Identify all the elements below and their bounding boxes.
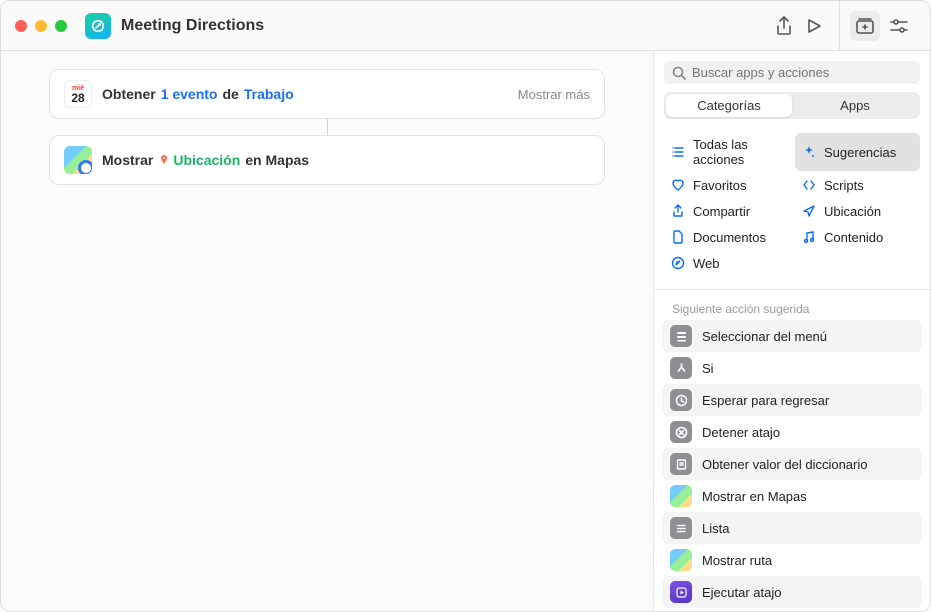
suggestions-header: Siguiente acción sugerida	[654, 296, 930, 320]
category-all-actions[interactable]: Todas las acciones	[664, 133, 789, 171]
category-documents[interactable]: Documentos	[664, 225, 789, 249]
suggestion-item[interactable]: Esperar para regresar	[662, 384, 922, 416]
suggestion-icon	[670, 357, 692, 379]
suggestion-item[interactable]: Si	[662, 352, 922, 384]
category-scripts[interactable]: Scripts	[795, 173, 920, 197]
calendar-icon: mié 28	[64, 80, 92, 108]
category-label: Ubicación	[824, 204, 881, 219]
shortcut-app-icon	[85, 13, 111, 39]
suggestion-icon	[670, 389, 692, 411]
suggestion-icon	[670, 421, 692, 443]
category-label: Sugerencias	[824, 145, 896, 160]
category-favorites[interactable]: Favoritos	[664, 173, 789, 197]
suggestion-label: Mostrar en Mapas	[702, 489, 807, 504]
search-field[interactable]	[664, 61, 920, 84]
close-window-button[interactable]	[15, 20, 27, 32]
divider	[654, 289, 930, 290]
action-text: Obtener 1 evento de Trabajo	[102, 86, 508, 102]
suggestion-label: Mostrar ruta	[702, 553, 772, 568]
action-verb: Obtener	[102, 86, 156, 102]
suggestion-label: Ejecutar atajo	[702, 585, 782, 600]
location-variable-token[interactable]: Ubicación	[158, 152, 240, 168]
suggestion-label: Obtener valor del diccionario	[702, 457, 867, 472]
location-icon	[801, 203, 817, 219]
suggestion-icon	[670, 485, 692, 507]
maps-icon	[64, 146, 92, 174]
search-icon	[672, 66, 686, 80]
content-area: mié 28 Obtener 1 evento de Trabajo Mostr…	[1, 51, 930, 611]
suggestion-item[interactable]: Mostrar en Mapas	[662, 480, 922, 512]
category-label: Compartir	[693, 204, 750, 219]
category-label: Web	[693, 256, 720, 271]
script-icon	[801, 177, 817, 193]
category-label: Favoritos	[693, 178, 746, 193]
category-label: Documentos	[693, 230, 766, 245]
heart-icon	[670, 177, 686, 193]
suggestion-item[interactable]: Obtener valor del diccionario	[662, 448, 922, 480]
category-label: Scripts	[824, 178, 864, 193]
category-share[interactable]: Compartir	[664, 199, 789, 223]
suggestion-label: Si	[702, 361, 714, 376]
sparkle-icon	[801, 144, 817, 160]
suggestion-icon	[670, 581, 692, 603]
safari-icon	[670, 255, 686, 271]
action-connector	[327, 119, 328, 135]
app-window: Meeting Directions mié 28	[0, 0, 931, 612]
run-button[interactable]	[799, 11, 829, 41]
suggestion-icon	[670, 517, 692, 539]
suggestion-item[interactable]: Ejecutar atajo	[662, 576, 922, 608]
category-label: Contenido	[824, 230, 883, 245]
tab-apps[interactable]: Apps	[792, 94, 918, 117]
share-button[interactable]	[769, 11, 799, 41]
suggestion-item[interactable]: Lista	[662, 512, 922, 544]
suggestion-icon	[670, 325, 692, 347]
category-suggestions[interactable]: Sugerencias	[795, 133, 920, 171]
suggestion-icon	[670, 549, 692, 571]
action-suffix: en Mapas	[245, 152, 309, 168]
document-icon	[670, 229, 686, 245]
event-count-token[interactable]: 1 evento	[161, 86, 218, 102]
pin-icon	[158, 154, 170, 166]
tab-categories[interactable]: Categorías	[666, 94, 792, 117]
action-verb: Mostrar	[102, 152, 153, 168]
minimize-window-button[interactable]	[35, 20, 47, 32]
window-traffic-lights	[15, 20, 67, 32]
action-text: Mostrar Ubicación en Mapas	[102, 152, 590, 168]
music-icon	[801, 229, 817, 245]
suggestion-label: Detener atajo	[702, 425, 780, 440]
suggestion-item[interactable]: Detener atajo	[662, 416, 922, 448]
library-toggle-button[interactable]	[850, 11, 880, 41]
suggestion-label: Seleccionar del menú	[702, 329, 827, 344]
suggestion-item[interactable]: Seleccionar del menú	[662, 320, 922, 352]
category-content[interactable]: Contenido	[795, 225, 920, 249]
workflow-editor[interactable]: mié 28 Obtener 1 evento de Trabajo Mostr…	[1, 51, 654, 611]
settings-button[interactable]	[884, 11, 914, 41]
library-mode-segmented: Categorías Apps	[664, 92, 920, 119]
category-location[interactable]: Ubicación	[795, 199, 920, 223]
categories-grid: Todas las acciones Sugerencias Favoritos…	[654, 129, 930, 287]
show-more-button[interactable]: Mostrar más	[518, 87, 590, 102]
suggestions-list: Seleccionar del menú Si Esperar para regre…	[654, 320, 930, 611]
action-library-sidebar: Categorías Apps Todas las acciones Suger…	[654, 51, 930, 611]
action-card-get-events[interactable]: mié 28 Obtener 1 evento de Trabajo Mostr…	[49, 69, 605, 119]
titlebar: Meeting Directions	[1, 1, 930, 51]
calendar-name-token[interactable]: Trabajo	[244, 86, 294, 102]
share-icon	[670, 203, 686, 219]
search-input[interactable]	[692, 65, 912, 80]
zoom-window-button[interactable]	[55, 20, 67, 32]
window-title: Meeting Directions	[121, 17, 264, 35]
suggestion-item[interactable]: Mostrar ruta	[662, 544, 922, 576]
suggestion-item[interactable]: Obtener URL de Mapas	[662, 608, 922, 611]
category-web[interactable]: Web	[664, 251, 789, 275]
suggestion-icon	[670, 453, 692, 475]
action-preposition: de	[223, 86, 239, 102]
list-icon	[670, 144, 686, 160]
action-card-show-maps[interactable]: Mostrar Ubicación en Mapas	[49, 135, 605, 185]
suggestion-label: Lista	[702, 521, 729, 536]
suggestion-label: Esperar para regresar	[702, 393, 829, 408]
category-label: Todas las acciones	[693, 137, 783, 167]
